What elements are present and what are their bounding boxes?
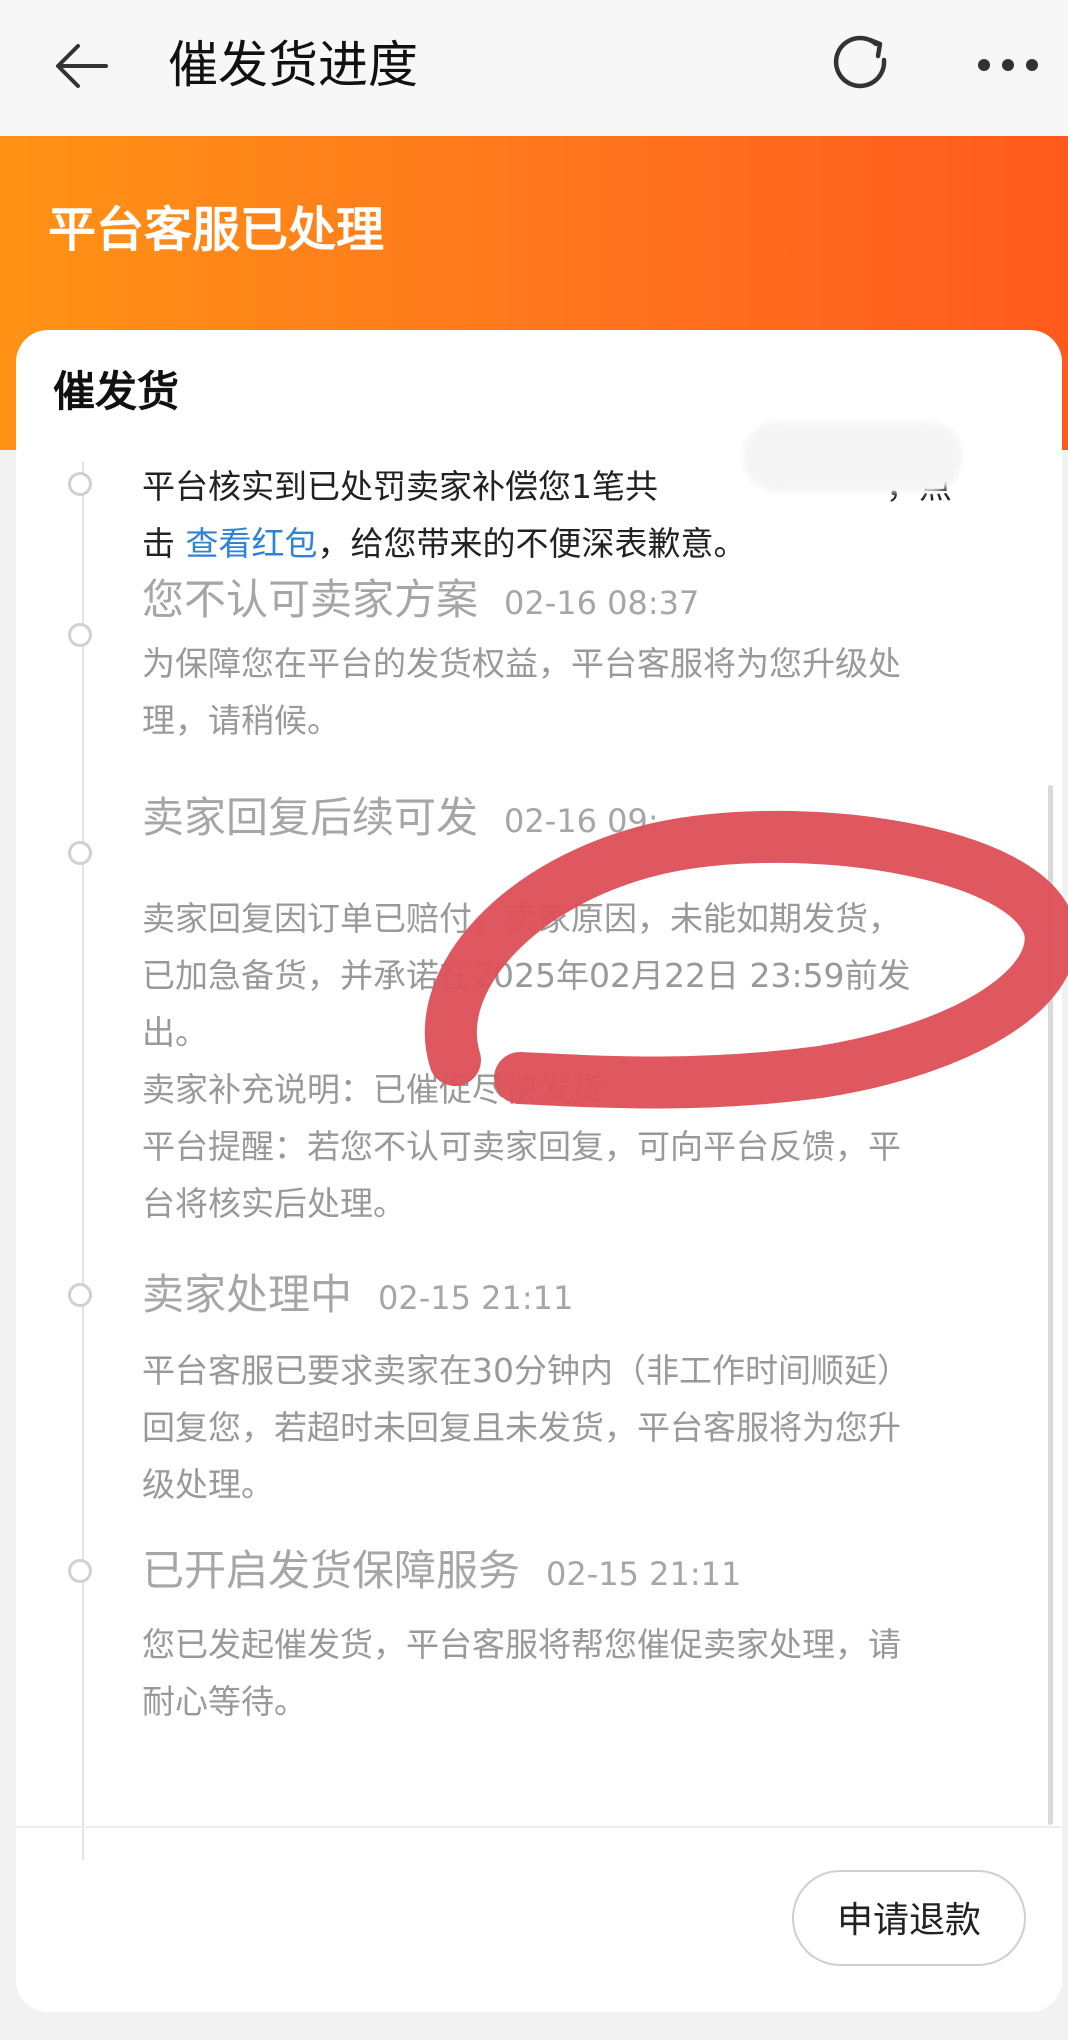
scrollbar[interactable] <box>1048 785 1053 1825</box>
step-line: 台将核实后处理。 <box>142 1184 406 1223</box>
step-line: 已加急备货，并承诺在2025年02月22日 23:59前发 <box>142 956 911 995</box>
step-line: 为保障您在平台的发货权益，平台客服将为您升级处 <box>142 644 901 683</box>
step-description: 为保障您在平台的发货权益，平台客服将为您升级处 理，请稍候。 <box>142 635 1022 749</box>
timeline-dot <box>68 623 92 647</box>
timeline-step: 您不认可卖家方案 02-16 08:37 <box>142 570 1022 630</box>
apply-refund-button[interactable]: 申请退款 <box>792 1870 1026 1966</box>
step-description: 平台客服已要求卖家在30分钟内（非工作时间顺延） 回复您，若超时未回复且未发货，… <box>142 1342 1022 1513</box>
redaction-blur <box>743 422 963 492</box>
card-title: 催发货 <box>53 367 180 416</box>
back-button[interactable] <box>50 34 114 98</box>
step-line: 理，请稍候。 <box>142 701 340 740</box>
step-line: 卖家回复因订单已赔付，卖家原因，未能如期发货， <box>142 899 901 938</box>
footer-divider <box>16 1826 1062 1828</box>
more-button[interactable] <box>976 50 1040 80</box>
step-line: 卖家补充说明：已催促尽快发货 <box>142 1070 604 1109</box>
step-title: 卖家回复后续可发 <box>142 793 479 842</box>
timeline-dot <box>68 841 92 865</box>
timeline-dot <box>68 1283 92 1307</box>
step-line: 平台客服已要求卖家在30分钟内（非工作时间顺延） <box>142 1351 910 1390</box>
step-line: 您已发起催发货，平台客服将帮您催促卖家处理，请 <box>142 1625 901 1664</box>
step-line: 出。 <box>142 1013 208 1052</box>
back-arrow-icon <box>56 44 108 88</box>
step-time: 02-16 09: <box>504 802 659 840</box>
status-title: 平台客服已处理 <box>48 202 385 258</box>
compensation-line-2: 击 查看红包，给您带来的不便深表歉意。 <box>142 515 1022 572</box>
step-line: 回复您，若超时未回复且未发货，平台客服将为您升 <box>142 1408 901 1447</box>
step-title: 已开启发货保障服务 <box>142 1546 521 1595</box>
compensation-text-before: 平台核实到已处罚卖家补偿您1笔共 <box>142 467 658 506</box>
compensation-text-start: 击 <box>142 524 186 563</box>
refresh-icon <box>833 35 887 89</box>
view-red-packet-link[interactable]: 查看红包 <box>186 524 318 563</box>
progress-card: 催发货 平台核实到已处罚卖家补偿您1笔共，点 击 查看红包，给您带来的不便深表歉… <box>16 330 1062 2012</box>
step-title: 您不认可卖家方案 <box>142 575 479 624</box>
timeline-dot <box>68 1559 92 1583</box>
timeline-dot <box>68 472 92 496</box>
more-dots-icon <box>978 59 1038 71</box>
page-title: 催发货进度 <box>168 36 418 94</box>
top-navigation-bar: 催发货进度 <box>0 0 1068 136</box>
step-time: 02-16 08:37 <box>504 584 700 622</box>
step-line: 级处理。 <box>142 1465 274 1504</box>
timeline-line <box>82 462 84 1860</box>
step-description: 您已发起催发货，平台客服将帮您催促卖家处理，请 耐心等待。 <box>142 1616 1022 1730</box>
step-time: 02-15 21:11 <box>378 1279 574 1317</box>
timeline-step: 卖家处理中 02-15 21:11 <box>142 1265 1022 1325</box>
timeline-step: 卖家回复后续可发 02-16 09: <box>142 788 1022 848</box>
compensation-text-end: ，给您带来的不便深表歉意。 <box>317 524 747 563</box>
refresh-button[interactable] <box>828 30 898 100</box>
step-line: 耐心等待。 <box>142 1682 307 1721</box>
step-title: 卖家处理中 <box>142 1270 353 1319</box>
step-description: 卖家回复因订单已赔付，卖家原因，未能如期发货， 已加急备货，并承诺在2025年0… <box>142 890 1022 1232</box>
step-time: 02-15 21:11 <box>546 1555 742 1593</box>
step-line: 平台提醒：若您不认可卖家回复，可向平台反馈，平 <box>142 1127 901 1166</box>
timeline-step: 已开启发货保障服务 02-15 21:11 <box>142 1541 1022 1601</box>
